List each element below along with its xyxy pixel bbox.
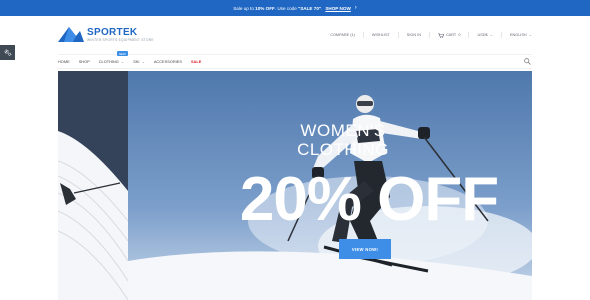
- promo-bar: Sale up to 10% OFF. Use code "SALE 70". …: [0, 0, 590, 16]
- chevron-down-icon: ⌄: [489, 32, 493, 37]
- chevron-down-icon: ⌄: [141, 59, 145, 64]
- chevron-down-icon: ⌄: [120, 59, 125, 64]
- compare-link[interactable]: COMPARE (1): [322, 32, 363, 38]
- main-nav: HOME SHOP CLOTHING ⌄ NEW SKI ⌄ ACCESSORIES…: [58, 51, 532, 69]
- currency-select[interactable]: USD$ ⌄: [468, 32, 501, 38]
- search-icon[interactable]: [524, 58, 531, 65]
- chevron-right-icon[interactable]: ›: [355, 5, 357, 11]
- cart-icon: [437, 32, 444, 38]
- ski-slope-image: [58, 131, 128, 300]
- nav-item-clothing[interactable]: CLOTHING ⌄ NEW: [99, 51, 128, 64]
- sign-in-link[interactable]: SIGN IN: [397, 32, 429, 38]
- settings-button[interactable]: [0, 45, 15, 60]
- brand-name: SPORTEK: [87, 26, 138, 38]
- hero-banner: WOMEN'S CLOTHING 20% OFF VIEW NOW!: [58, 71, 532, 300]
- promo-text: Sale up to 10% OFF. Use code "SALE 70".: [233, 5, 323, 11]
- nav-item-home[interactable]: HOME: [58, 59, 70, 64]
- hero-side-image: [58, 71, 128, 300]
- new-badge: NEW: [116, 51, 128, 56]
- nav-item-shop[interactable]: SHOP: [79, 59, 90, 64]
- language-select[interactable]: ENGLISH ⌄: [500, 32, 532, 38]
- shop-now-link[interactable]: SHOP NOW: [325, 6, 350, 11]
- utility-nav: COMPARE (1) WISHLIST SIGN IN CART 0 USD$…: [322, 32, 532, 38]
- wishlist-link[interactable]: WISHLIST: [362, 32, 398, 38]
- brand-tagline: WINTER SPORTS EQUIPMENT STORE: [87, 37, 154, 42]
- chevron-down-icon: ⌄: [528, 32, 532, 37]
- nav-item-ski[interactable]: SKI ⌄: [133, 59, 145, 64]
- hero-title: WOMEN'S CLOTHING: [297, 121, 389, 159]
- nav-item-accessories[interactable]: ACCESSORIES: [154, 59, 182, 64]
- gear-icon: [4, 49, 12, 56]
- mountain-logo-icon: [58, 27, 84, 42]
- site-header: SPORTEK WINTER SPORTS EQUIPMENT STORE CO…: [58, 24, 532, 50]
- logo[interactable]: SPORTEK WINTER SPORTS EQUIPMENT STORE: [58, 26, 154, 42]
- cart-count: 0: [458, 33, 461, 37]
- cart-link[interactable]: CART 0: [428, 32, 469, 38]
- hero-discount: 20% OFF: [239, 165, 499, 234]
- nav-item-sale[interactable]: SALE: [191, 59, 201, 64]
- view-now-button[interactable]: VIEW NOW!: [339, 239, 391, 259]
